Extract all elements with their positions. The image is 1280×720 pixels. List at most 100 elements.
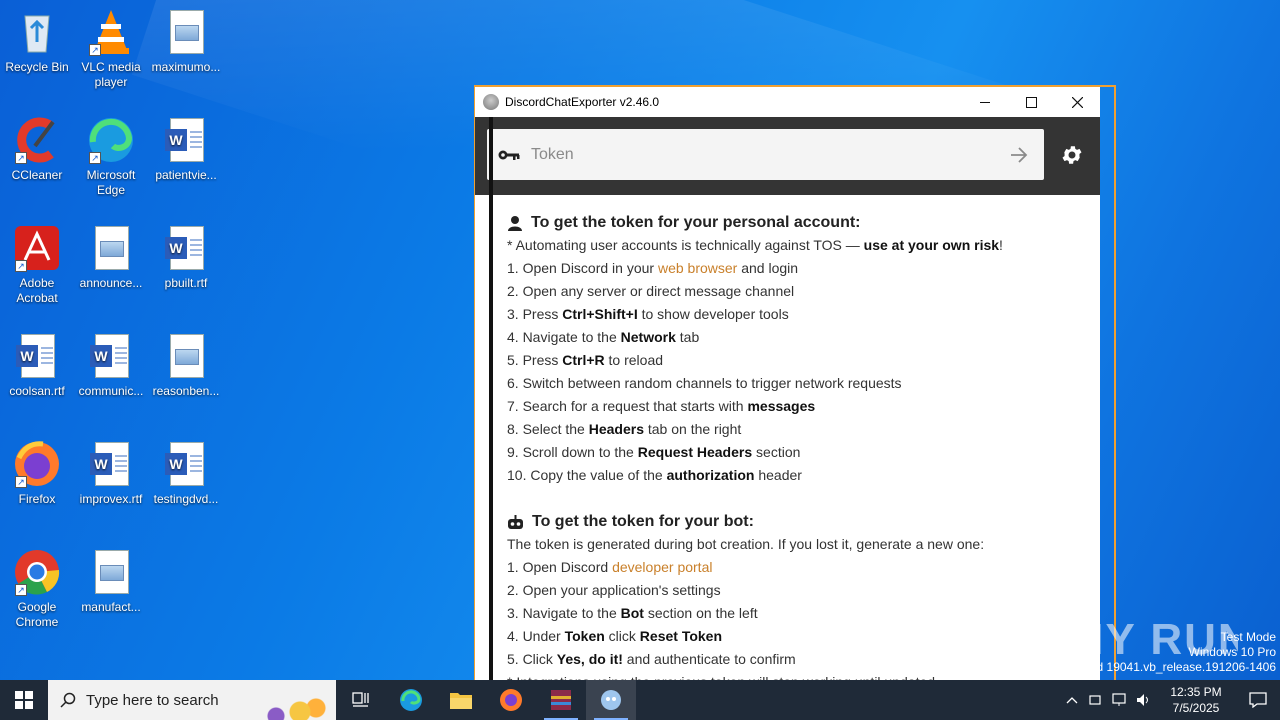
desktop-icon[interactable]: announce... <box>74 224 148 291</box>
desktop-icon[interactable]: Wimprovex.rtf <box>74 440 148 507</box>
desktop-icon[interactable]: ↗ Firefox <box>0 440 74 507</box>
shortcut-arrow-icon: ↗ <box>15 152 27 164</box>
edge-icon <box>400 689 422 711</box>
instruction-step: 7. Search for a request that starts with… <box>507 398 816 414</box>
desktop-icon[interactable]: reasonben... <box>149 332 223 399</box>
shortcut-arrow-icon: ↗ <box>15 476 27 488</box>
personal-warning: * Automating user accounts is technicall… <box>507 237 1003 253</box>
discord-exporter-icon <box>601 690 621 710</box>
desktop-icon[interactable]: Wpatientvie... <box>149 116 223 183</box>
instructions: To get the token for your personal accou… <box>507 211 1087 717</box>
minimize-icon <box>979 101 990 103</box>
clock[interactable]: 12:35 PM 7/5/2025 <box>1156 684 1236 716</box>
image-file-icon <box>87 224 135 272</box>
word-doc-icon: W <box>13 332 61 380</box>
instruction-link[interactable]: web browser <box>658 260 737 276</box>
desktop-icon-label: maximumo... <box>151 60 221 74</box>
shortcut-arrow-icon: ↗ <box>89 152 101 164</box>
task-view-button[interactable] <box>336 680 386 720</box>
desktop-icon[interactable]: ↗ Microsoft Edge <box>74 116 148 198</box>
desktop-icon[interactable]: Wcommunic... <box>74 332 148 399</box>
image-file-icon <box>162 332 210 380</box>
app-icon <box>483 94 499 110</box>
desktop-icon-label: reasonben... <box>152 384 220 398</box>
taskbar-winrar[interactable] <box>536 680 586 720</box>
word-doc-icon: W <box>162 224 210 272</box>
firefox-icon <box>500 689 522 711</box>
recycle-bin-icon <box>13 8 61 56</box>
desktop-icon-label: coolsan.rtf <box>9 384 65 398</box>
taskbar-firefox[interactable] <box>486 680 536 720</box>
desktop-icon-label: Recycle Bin <box>5 60 69 74</box>
word-doc-icon: W <box>162 440 210 488</box>
gear-icon[interactable] <box>1060 143 1084 167</box>
chevron-up-icon[interactable] <box>1060 696 1084 704</box>
instruction-link[interactable]: developer portal <box>612 559 712 575</box>
taskbar-discordchatexporter[interactable] <box>586 680 636 720</box>
instruction-step: 3. Navigate to the Bot section on the le… <box>507 605 758 621</box>
system-tray: 12:35 PM 7/5/2025 <box>1060 680 1280 720</box>
word-doc-icon: W <box>87 332 135 380</box>
word-doc-icon: W <box>87 440 135 488</box>
image-file-icon <box>162 8 210 56</box>
robot-icon <box>508 514 523 529</box>
instruction-step: 2. Open any server or direct message cha… <box>507 283 795 299</box>
desktop-icon-label: manufact... <box>81 600 141 614</box>
desktop-icon[interactable]: ↗ VLC media player <box>74 8 148 90</box>
meet-now-icon[interactable] <box>1084 694 1108 706</box>
desktop-icon[interactable]: Wtestingdvd... <box>149 440 223 507</box>
instruction-step: 10. Copy the value of the authorization … <box>507 467 802 483</box>
image-file-icon <box>87 548 135 596</box>
instruction-step: 1. Open Discord developer portal <box>507 559 713 575</box>
desktop-icon[interactable]: ↗ Adobe Acrobat <box>0 224 74 306</box>
taskbar-search[interactable]: Type here to search <box>48 680 336 720</box>
search-icon <box>60 692 76 708</box>
desktop-icon[interactable]: maximumo... <box>149 8 223 75</box>
network-icon[interactable] <box>1108 693 1132 707</box>
desktop-icon-label: announce... <box>79 276 143 290</box>
bot-heading: To get the token for your bot: <box>507 510 1087 533</box>
instruction-step: 4. Navigate to the Network tab <box>507 329 700 345</box>
task-view-icon <box>352 692 369 707</box>
bot-intro: The token is generated during bot creati… <box>507 536 985 552</box>
desktop-icon[interactable]: Recycle Bin <box>0 8 74 75</box>
shortcut-arrow-icon: ↗ <box>89 44 101 56</box>
titlebar[interactable]: DiscordChatExporter v2.46.0 <box>475 87 1100 117</box>
taskbar-edge[interactable] <box>386 680 436 720</box>
maximize-icon <box>1025 96 1037 108</box>
desktop-icon[interactable]: ↗ CCleaner <box>0 116 74 183</box>
volume-icon[interactable] <box>1132 693 1156 707</box>
desktop-icon[interactable]: Wpbuilt.rtf <box>149 224 223 291</box>
notification-button[interactable] <box>1236 692 1280 708</box>
search-placeholder: Type here to search <box>86 691 219 709</box>
desktop-icon-label: Adobe Acrobat <box>16 276 58 305</box>
close-button[interactable] <box>1054 87 1100 117</box>
taskbar-file-explorer[interactable] <box>436 680 486 720</box>
desktop-icon-label: Microsoft Edge <box>86 168 136 197</box>
desktop-icon-label: CCleaner <box>11 168 63 182</box>
folder-icon <box>450 693 472 709</box>
desktop-icon-label: testingdvd... <box>153 492 219 506</box>
start-button[interactable] <box>0 680 48 720</box>
key-icon <box>487 149 531 161</box>
instruction-step: 9. Scroll down to the Request Headers se… <box>507 444 801 460</box>
desktop-icon-label: communic... <box>78 384 144 398</box>
instruction-step: 3. Press Ctrl+Shift+I to show developer … <box>507 306 789 322</box>
desktop-icon[interactable]: manufact... <box>74 548 148 615</box>
instruction-step: 2. Open your application's settings <box>507 582 721 598</box>
token-input[interactable] <box>531 145 994 164</box>
word-doc-icon: W <box>162 116 210 164</box>
search-highlight-art <box>252 680 332 720</box>
desktop-icon[interactable]: ↗ Google Chrome <box>0 548 74 630</box>
shortcut-arrow-icon: ↗ <box>15 260 27 272</box>
arrow-right-icon[interactable] <box>994 146 1044 163</box>
notification-icon <box>1249 692 1267 708</box>
desktop-icon-label: patientvie... <box>155 168 217 182</box>
desktop-icon[interactable]: Wcoolsan.rtf <box>0 332 74 399</box>
maximize-button[interactable] <box>1008 87 1054 117</box>
shortcut-arrow-icon: ↗ <box>15 584 27 596</box>
close-icon <box>1071 96 1083 108</box>
instruction-step: 1. Open Discord in your web browser and … <box>507 260 799 276</box>
minimize-button[interactable] <box>962 87 1008 117</box>
token-header <box>475 117 1100 195</box>
